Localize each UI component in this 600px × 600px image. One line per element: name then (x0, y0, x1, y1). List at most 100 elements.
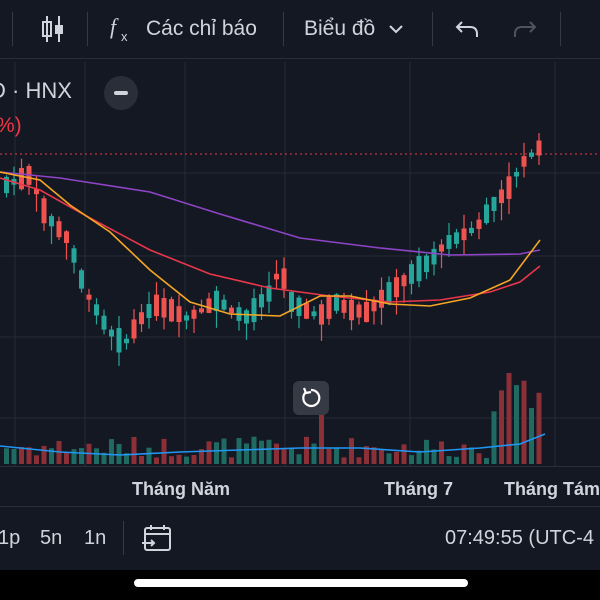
indicators-label: Các chỉ báo (146, 17, 257, 40)
candle-body (184, 315, 189, 321)
candle-body (154, 294, 159, 317)
time-label-july: Tháng 7 (384, 479, 454, 499)
candle-body (446, 235, 452, 249)
volume-bar (484, 457, 489, 464)
volume-bar (439, 441, 444, 464)
volume-bar (4, 448, 9, 464)
candle-body (94, 304, 99, 316)
legend-collapse-button[interactable] (104, 76, 138, 110)
volume-bar (161, 438, 167, 464)
date-range-button[interactable] (142, 523, 174, 558)
volume-bar (304, 436, 309, 464)
symbol-legend[interactable]: D · HNX (0, 78, 72, 104)
price-change-percent: %) (0, 114, 22, 137)
volume-bar (476, 453, 482, 464)
volume-bar (169, 456, 174, 464)
volume-bar (536, 392, 542, 464)
volume-bar (34, 455, 39, 464)
indicators-button[interactable]: f x Các chỉ báo (108, 0, 257, 58)
candle-body (19, 168, 24, 190)
volume-bar (334, 447, 339, 464)
candle-body (206, 298, 212, 313)
volume-bar (341, 457, 347, 464)
volume-bar (214, 442, 219, 464)
candle-body (146, 304, 152, 319)
volume-bar (176, 454, 182, 464)
redo-icon (514, 21, 537, 37)
candle-body (431, 248, 437, 265)
volume-bar (521, 380, 527, 464)
candle-body (214, 290, 219, 312)
volume-bar (461, 444, 467, 464)
range-1-minute[interactable]: 1p (0, 527, 20, 550)
volume-bar (191, 454, 197, 464)
volume-bar (379, 449, 384, 464)
toolbar-separator (560, 12, 561, 46)
candle-body (191, 309, 197, 319)
candle-body (356, 304, 362, 318)
volume-bar (266, 439, 272, 464)
volume-bar (514, 385, 519, 464)
candle-body (454, 232, 459, 244)
fx-icon: f x (110, 14, 128, 44)
candle-body (514, 172, 519, 177)
candle-body (326, 296, 332, 319)
redo-button[interactable] (512, 0, 538, 58)
candle-body (41, 198, 47, 224)
reset-icon (302, 387, 321, 408)
clock-timezone[interactable]: 07:49:55 (UTC-4 (445, 527, 594, 550)
candle-body (364, 301, 369, 322)
toolbar-separator (12, 12, 13, 46)
range-1-day[interactable]: 1n (84, 527, 106, 550)
candle-body (49, 216, 54, 227)
candles-icon (42, 16, 63, 42)
candle-body (341, 299, 347, 313)
candle-body (169, 299, 174, 322)
candle-body (439, 244, 444, 252)
volume-bar (259, 440, 264, 464)
candle-body (394, 277, 399, 298)
volume-bar (386, 453, 392, 464)
top-toolbar: f x Các chỉ báo Biểu đồ (0, 0, 600, 59)
candle-body (124, 338, 129, 344)
candle-body (506, 176, 512, 199)
volume-bar (311, 443, 317, 464)
toolbar-separator (283, 12, 284, 46)
candle-body (304, 303, 309, 319)
volume-bar (116, 443, 122, 464)
volume-bar (229, 457, 234, 464)
volume-bar (11, 448, 17, 464)
candle-body (221, 299, 227, 310)
chart-style-button[interactable] (38, 0, 68, 58)
home-indicator[interactable] (134, 579, 468, 587)
candle-body (139, 312, 144, 325)
candle-body (529, 152, 534, 157)
time-label-may: Tháng Năm (132, 479, 231, 499)
candle-body (176, 306, 182, 323)
volume-bar (41, 445, 47, 464)
candle-body (409, 264, 414, 284)
volume-bar (506, 372, 512, 464)
candle-body (521, 156, 527, 167)
moving-averages (0, 171, 546, 456)
svg-text:x: x (121, 29, 128, 44)
volume-bar (184, 456, 189, 464)
volume-bar (529, 407, 534, 464)
price-chart[interactable] (0, 59, 600, 505)
time-axis[interactable]: Tháng Năm Tháng 7 Tháng Tám (0, 466, 600, 507)
undo-icon (455, 21, 478, 37)
volume-bar (154, 457, 159, 464)
calendar-range-icon (142, 525, 171, 551)
candle-body (109, 329, 114, 337)
reset-chart-button[interactable] (293, 381, 329, 415)
undo-button[interactable] (454, 0, 480, 58)
chart-type-dropdown[interactable]: Biểu đồ (304, 0, 405, 58)
volume-bar (146, 447, 152, 464)
candle-body (536, 140, 542, 156)
volume-bar (94, 448, 99, 464)
volume-bar (349, 438, 354, 464)
candle-body (281, 268, 287, 289)
candle-body (259, 294, 264, 308)
candle-body (274, 273, 279, 280)
range-5-days[interactable]: 5n (40, 527, 62, 550)
